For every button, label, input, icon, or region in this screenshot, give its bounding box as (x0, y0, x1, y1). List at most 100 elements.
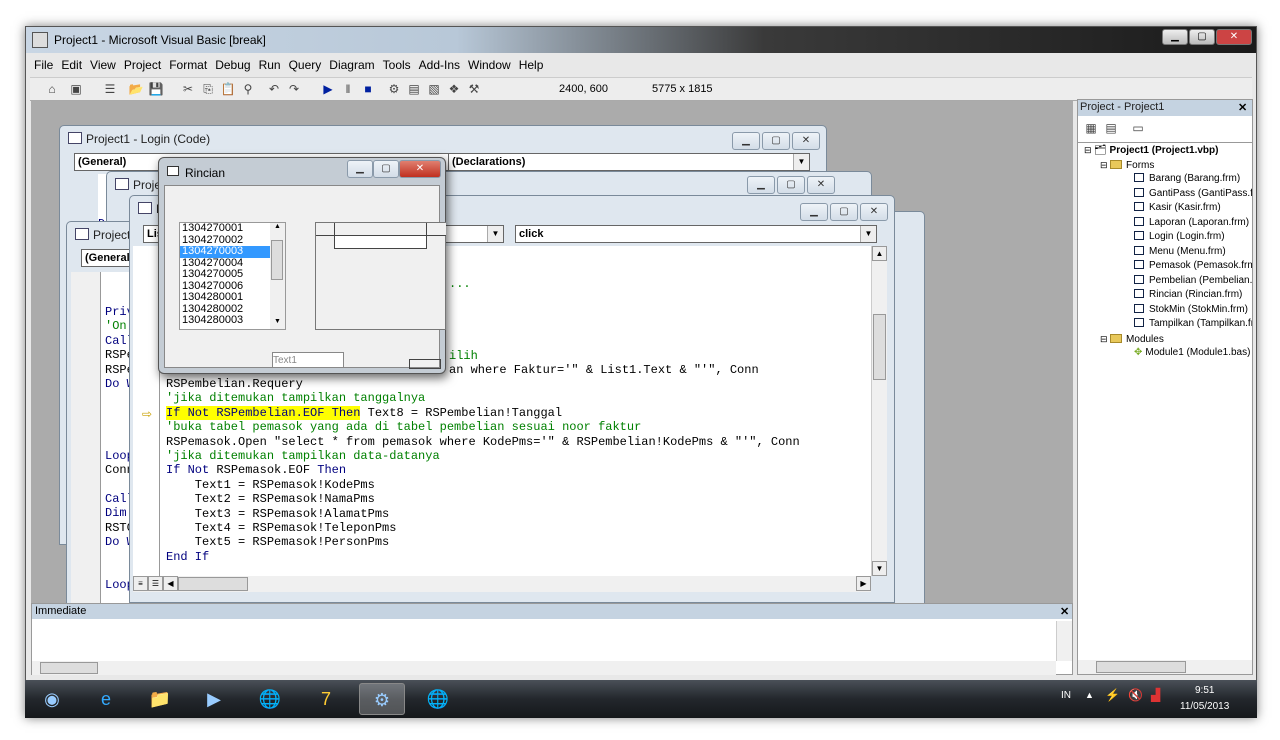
tree-project[interactable]: ⊟ 🗂 Project1 (Project1.vbp) (1084, 143, 1218, 157)
immediate-text-area[interactable] (32, 621, 1056, 661)
toolbox-icon[interactable]: ⚒ (466, 81, 482, 97)
maximize-button[interactable]: ▢ (762, 132, 790, 150)
app-7-icon[interactable]: 7 (303, 683, 349, 715)
menu-editor-icon[interactable]: ☰ (102, 81, 118, 97)
run-icon[interactable]: ▶ (320, 81, 336, 97)
close-icon[interactable]: ✕ (1238, 101, 1247, 114)
visual-basic-icon[interactable]: ⚙ (359, 683, 405, 715)
view-object-icon[interactable]: ▤ (1103, 120, 1119, 136)
toggle-folders-icon[interactable]: ▭ (1130, 120, 1146, 136)
close-button[interactable]: ✕ (860, 203, 888, 221)
close-button[interactable]: ✕ (807, 176, 835, 194)
menu-format[interactable]: Format (165, 55, 211, 75)
start-orb-icon[interactable]: ◉ (29, 683, 75, 715)
save-icon[interactable]: 💾 (148, 81, 164, 97)
close-icon[interactable]: ✕ (1060, 605, 1069, 618)
tree-item-module[interactable]: ✥ Module1 (Module1.bas) (1134, 346, 1250, 360)
horizontal-scrollbar[interactable] (1078, 660, 1252, 674)
tree-item-form[interactable]: Pemasok (Pemasok.frm) (1134, 259, 1252, 273)
menu-tools[interactable]: Tools (379, 55, 415, 75)
paste-icon[interactable]: 📋 (220, 81, 236, 97)
tree-item-form[interactable]: Laporan (Laporan.frm) (1134, 216, 1249, 230)
menu-debug[interactable]: Debug (211, 55, 254, 75)
list-item[interactable]: 1304280001 (180, 291, 270, 304)
clock-time[interactable]: 9:51 (1195, 685, 1214, 696)
data-control[interactable] (409, 359, 441, 369)
tree-item-form[interactable]: Rincian (Rincian.frm) (1134, 288, 1242, 302)
tree-folder-forms[interactable]: ⊟ Forms (1100, 158, 1154, 172)
horizontal-scrollbar[interactable] (32, 661, 1056, 675)
rincian-form-window[interactable]: Rincian ▁ ▢ ✕ 1304270001 1304270002 130427… (158, 157, 446, 374)
vertical-scrollbar[interactable] (1056, 621, 1072, 661)
procedure-combo[interactable]: (Declarations) ▼ (448, 153, 810, 171)
listbox-scrollbar[interactable]: ▲ ▼ (270, 223, 285, 329)
menu-query[interactable]: Query (285, 55, 326, 75)
find-icon[interactable]: ⚲ (240, 81, 256, 97)
break-icon[interactable]: ‖ (340, 81, 356, 97)
list-item[interactable]: 1304270001 (180, 222, 270, 235)
menu-project[interactable]: Project (120, 55, 165, 75)
close-button[interactable]: ✕ (1216, 29, 1252, 45)
maximize-button[interactable]: ▢ (1189, 29, 1215, 45)
media-player-icon[interactable]: ▶ (191, 683, 237, 715)
volume-icon[interactable]: 🔇 (1128, 688, 1143, 702)
network-icon[interactable]: ▟ (1151, 688, 1160, 702)
text1-input[interactable] (272, 352, 344, 368)
tree-item-form[interactable]: StokMin (StokMin.frm) (1134, 303, 1248, 317)
menu-help[interactable]: Help (515, 55, 548, 75)
tree-folder-modules[interactable]: ⊟ Modules (1100, 332, 1164, 346)
tree-item-form[interactable]: GantiPass (GantiPass.frm) (1134, 187, 1252, 201)
tree-item-form[interactable]: Barang (Barang.frm) (1134, 172, 1240, 186)
list-item[interactable]: 1304270005 (180, 268, 270, 281)
maximize-button[interactable]: ▢ (830, 203, 858, 221)
power-icon[interactable]: ⚡ (1105, 688, 1120, 702)
minimize-button[interactable]: ▁ (732, 132, 760, 150)
menu-edit[interactable]: Edit (57, 55, 86, 75)
menu-file[interactable]: File (30, 55, 57, 75)
cut-icon[interactable]: ✂ (180, 81, 196, 97)
open-icon[interactable]: 📂 (128, 81, 144, 97)
redo-icon[interactable]: ↷ (286, 81, 302, 97)
tree-item-form[interactable]: Login (Login.frm) (1134, 230, 1225, 244)
stop-icon[interactable]: ■ (360, 81, 376, 97)
object-browser-icon[interactable]: ❖ (446, 81, 462, 97)
minimize-button[interactable]: ▁ (800, 203, 828, 221)
close-button[interactable]: ✕ (792, 132, 820, 150)
minimize-button[interactable]: ▁ (1162, 29, 1188, 45)
tree-item-form[interactable]: Tampilkan (Tampilkan.frm) (1134, 317, 1252, 331)
data-grid[interactable] (315, 222, 446, 330)
list-item[interactable]: 1304270003 (180, 245, 270, 258)
close-button[interactable]: ✕ (399, 160, 441, 178)
copy-icon[interactable]: ⎘ (200, 81, 216, 97)
add-form-icon[interactable]: ▣ (68, 81, 84, 97)
list-item[interactable]: 1304280003 (180, 314, 270, 327)
procedure-combo[interactable]: click ▼ (515, 225, 877, 243)
tree-item-form[interactable]: Pembelian (Pembelian.frm) (1134, 274, 1252, 288)
menu-run[interactable]: Run (255, 55, 285, 75)
form-layout-icon[interactable]: ▧ (426, 81, 442, 97)
vertical-scrollbar[interactable]: ▲ ▼ (871, 246, 887, 576)
globe-app-icon[interactable]: 🌐 (247, 683, 293, 715)
immediate-window[interactable]: Immediate ✕ (31, 603, 1073, 675)
view-code-icon[interactable]: ▦ (1083, 120, 1099, 136)
minimize-button[interactable]: ▁ (347, 160, 373, 178)
explorer-icon[interactable]: 📁 (137, 683, 183, 715)
project-explorer-icon[interactable]: ⚙ (386, 81, 402, 97)
tree-item-form[interactable]: Kasir (Kasir.frm) (1134, 201, 1221, 215)
menu-window[interactable]: Window (464, 55, 515, 75)
horizontal-scrollbar[interactable]: ≡ ☰ ◀ ▶ (133, 576, 871, 592)
menu-diagram[interactable]: Diagram (325, 55, 378, 75)
maximize-button[interactable]: ▢ (777, 176, 805, 194)
tree-item-form[interactable]: Menu (Menu.frm) (1134, 245, 1226, 259)
add-project-icon[interactable]: ⌂ (44, 81, 60, 97)
internet-explorer-icon[interactable]: e (83, 683, 129, 715)
maximize-button[interactable]: ▢ (373, 160, 399, 178)
minimize-button[interactable]: ▁ (747, 176, 775, 194)
clock-date[interactable]: 11/05/2013 (1180, 701, 1229, 712)
show-hidden-icons-icon[interactable]: ▲ (1085, 690, 1094, 700)
globe-app-icon[interactable]: 🌐 (415, 683, 461, 715)
menu-view[interactable]: View (86, 55, 120, 75)
properties-icon[interactable]: ▤ (406, 81, 422, 97)
menu-addins[interactable]: Add-Ins (415, 55, 464, 75)
undo-icon[interactable]: ↶ (266, 81, 282, 97)
